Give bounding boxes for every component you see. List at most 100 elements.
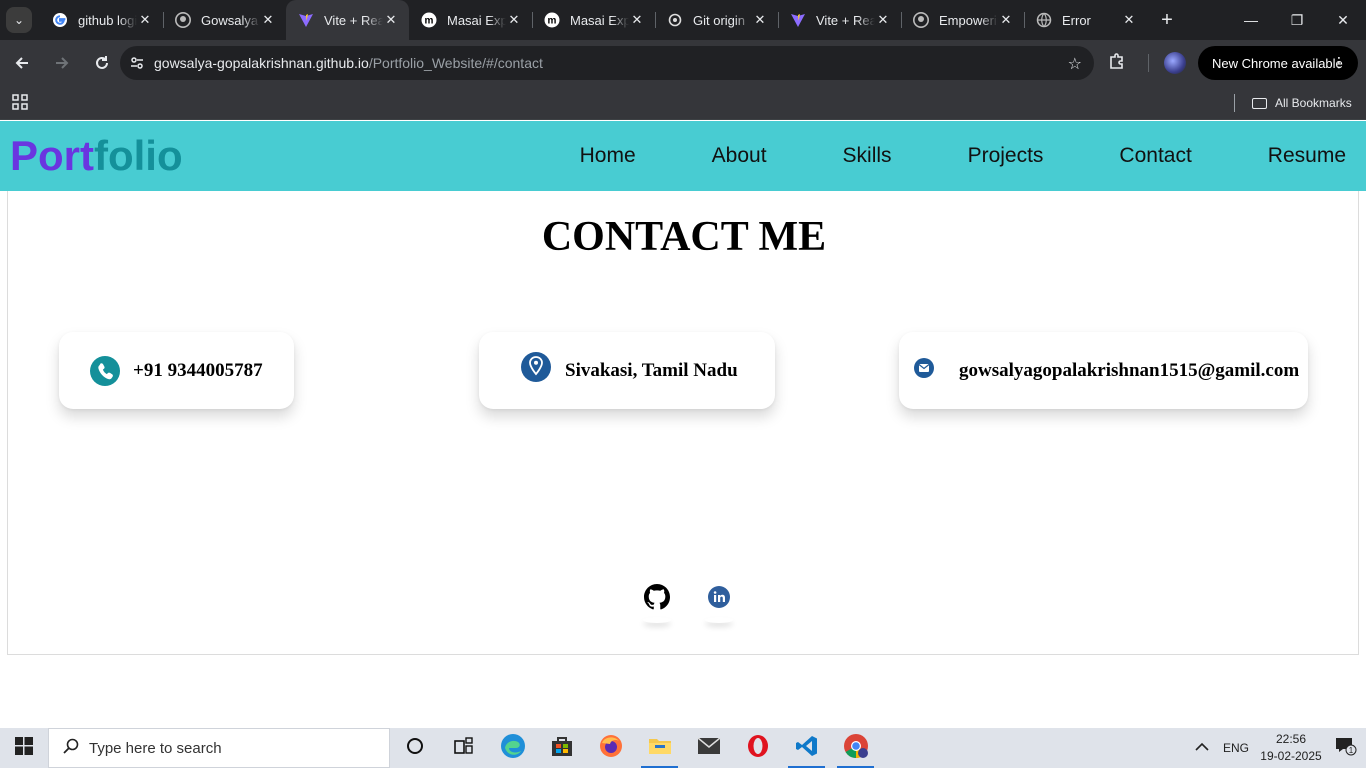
close-icon[interactable]: ✕ — [998, 12, 1014, 28]
taskbar-chrome[interactable] — [831, 728, 880, 768]
input-language[interactable]: ENG — [1216, 741, 1256, 755]
taskbar-file-explorer[interactable] — [635, 728, 684, 768]
tab-title: Gowsalya — [201, 12, 259, 28]
github-icon — [644, 583, 671, 615]
web-page: Portfolio Home About Skills Projects Con… — [0, 121, 1366, 728]
close-icon[interactable]: ✕ — [1121, 12, 1137, 28]
github-icon — [913, 12, 929, 28]
reload-button[interactable] — [84, 45, 120, 81]
location-pin-icon — [520, 350, 552, 384]
phone-number[interactable]: +91 9344005787 — [133, 360, 263, 382]
back-button[interactable] — [4, 45, 40, 81]
location-card: Sivakasi, Tamil Nadu — [479, 332, 775, 409]
extensions-icon[interactable] — [1108, 52, 1126, 75]
windows-logo-icon — [15, 736, 33, 760]
minimize-button[interactable]: — — [1228, 0, 1274, 40]
close-icon[interactable]: ✕ — [752, 12, 768, 28]
nav-about-link[interactable]: About — [712, 144, 767, 168]
chrome-update-button[interactable]: New Chrome available ⋮ — [1198, 46, 1358, 80]
windows-taskbar: Type here to search ENG 22:56 19-02-2025 — [0, 728, 1366, 768]
chevron-down-icon: ⌄ — [13, 13, 25, 27]
search-placeholder: Type here to search — [89, 739, 222, 757]
github-link[interactable] — [637, 579, 677, 619]
taskbar-edge[interactable] — [488, 728, 537, 768]
google-icon — [52, 12, 68, 28]
vite-icon — [790, 12, 806, 28]
taskbar-store[interactable] — [537, 728, 586, 768]
nav-skills-link[interactable]: Skills — [843, 144, 892, 168]
close-icon[interactable]: ✕ — [629, 12, 645, 28]
openai-icon — [667, 12, 683, 28]
tab-strip: ⌄ github login ✕ Gowsalya ✕ Vite + React… — [0, 0, 1366, 40]
phone-icon — [90, 354, 120, 388]
tab-title: Masai Experience — [570, 12, 629, 28]
new-tab-button[interactable]: + — [1153, 6, 1181, 34]
taskbar-vscode[interactable] — [782, 728, 831, 768]
svg-text:m: m — [425, 16, 434, 27]
restore-button[interactable]: ❐ — [1274, 0, 1320, 40]
tab-git-origin[interactable]: Git origin ✕ — [655, 0, 778, 40]
update-label: New Chrome available — [1212, 55, 1343, 71]
masai-icon: m — [421, 12, 437, 28]
system-clock[interactable]: 22:56 19-02-2025 — [1256, 731, 1326, 765]
nav-home-link[interactable]: Home — [580, 144, 636, 168]
close-icon[interactable]: ✕ — [383, 12, 399, 28]
tab-vite-react-2[interactable]: Vite + React ✕ — [778, 0, 901, 40]
tab-empowering[interactable]: Empowering ✕ — [901, 0, 1024, 40]
close-icon[interactable]: ✕ — [260, 12, 276, 28]
profile-avatar[interactable] — [1164, 52, 1186, 74]
tab-masai-1[interactable]: m Masai Experience ✕ — [409, 0, 532, 40]
email-address[interactable]: gowsalyagopalakrishnan1515@gamil.com — [959, 360, 1299, 382]
apps-grid-icon[interactable] — [12, 94, 28, 113]
notification-center-button[interactable]: 1 — [1326, 736, 1366, 761]
bookmarks-bar: All Bookmarks — [0, 86, 1366, 120]
close-icon[interactable]: ✕ — [506, 12, 522, 28]
window-controls: — ❐ ✕ — [1228, 0, 1366, 40]
bookmark-star-icon[interactable]: ☆ — [1068, 54, 1082, 74]
url-text: gowsalya-gopalakrishnan.github.io/Portfo… — [154, 55, 543, 71]
tab-title: github login — [78, 12, 137, 28]
linkedin-icon — [707, 585, 731, 614]
email-card: gowsalyagopalakrishnan1515@gamil.com — [899, 332, 1308, 409]
tab-search-button[interactable]: ⌄ — [6, 7, 32, 33]
close-window-button[interactable]: ✕ — [1320, 0, 1366, 40]
site-navbar: Portfolio Home About Skills Projects Con… — [0, 121, 1366, 191]
site-logo[interactable]: Portfolio — [10, 132, 183, 180]
close-icon[interactable]: ✕ — [137, 12, 153, 28]
chrome-icon — [843, 733, 869, 764]
tab-github-login[interactable]: github login ✕ — [40, 0, 163, 40]
tab-title: Empowering — [939, 12, 998, 28]
linkedin-link[interactable] — [699, 579, 739, 619]
close-icon[interactable]: ✕ — [875, 12, 891, 28]
address-bar[interactable]: gowsalya-gopalakrishnan.github.io/Portfo… — [120, 46, 1094, 80]
system-tray: ENG 22:56 19-02-2025 1 — [1188, 728, 1366, 768]
tab-masai-2[interactable]: m Masai Experience ✕ — [532, 0, 655, 40]
taskbar-firefox[interactable] — [586, 728, 635, 768]
folder-icon — [648, 736, 672, 761]
more-menu-icon[interactable]: ⋮ — [1332, 54, 1346, 71]
edge-icon — [500, 733, 526, 764]
show-hidden-icons-chevron-icon[interactable] — [1188, 741, 1216, 755]
logo-part-folio: folio — [94, 132, 183, 179]
nav-projects-link[interactable]: Projects — [968, 144, 1044, 168]
taskbar-search-input[interactable]: Type here to search — [48, 728, 390, 768]
taskbar-opera[interactable] — [733, 728, 782, 768]
cortana-button[interactable] — [390, 728, 439, 768]
vscode-icon — [795, 734, 819, 763]
nav-contact-link[interactable]: Contact — [1119, 144, 1191, 168]
nav-resume-link[interactable]: Resume — [1268, 144, 1346, 168]
contact-section: CONTACT ME +91 9344005787 Sivakasi, Tami… — [7, 191, 1359, 655]
site-info-icon[interactable] — [120, 55, 154, 71]
all-bookmarks-button[interactable]: All Bookmarks — [1252, 92, 1352, 114]
task-view-icon — [453, 736, 474, 760]
forward-button[interactable] — [44, 45, 80, 81]
toolbar-divider — [1148, 54, 1149, 72]
taskbar-mail[interactable] — [684, 728, 733, 768]
all-bookmarks-label: All Bookmarks — [1275, 96, 1352, 110]
task-view-button[interactable] — [439, 728, 488, 768]
clock-date: 19-02-2025 — [1260, 749, 1322, 763]
tab-gowsalya[interactable]: Gowsalya ✕ — [163, 0, 286, 40]
tab-vite-react-active[interactable]: Vite + React ✕ — [286, 0, 409, 40]
start-button[interactable] — [0, 728, 48, 768]
tab-error[interactable]: Error ✕ — [1024, 0, 1147, 40]
